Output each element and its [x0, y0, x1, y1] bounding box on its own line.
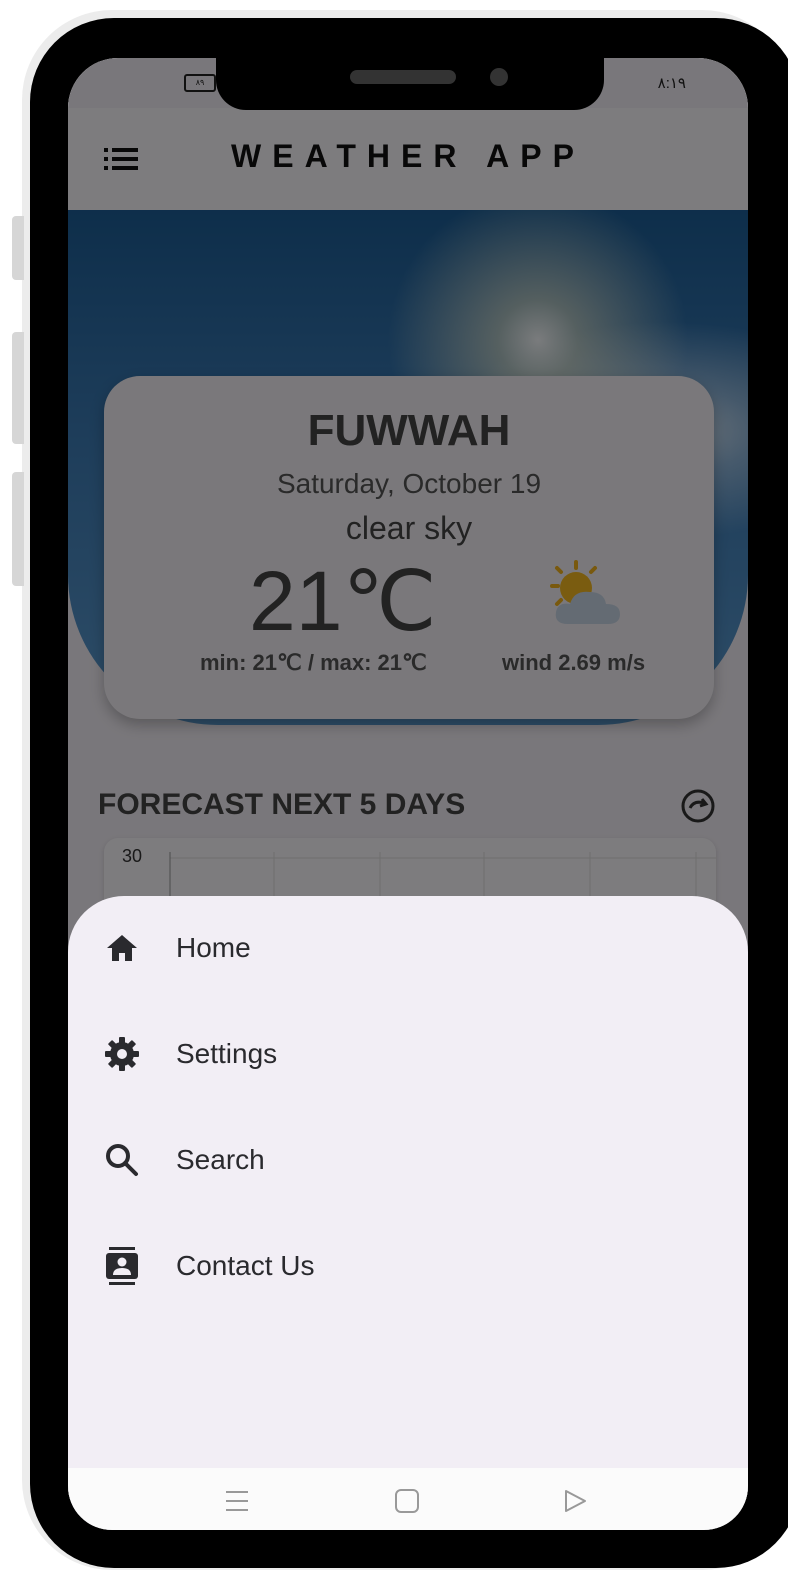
system-navigation-bar: [68, 1468, 748, 1530]
weather-app: ٨٩ ٨:١٩ WEATHER APP FUWWAH Saturday, Oct…: [68, 58, 748, 1530]
phone-side-button: [12, 332, 24, 444]
home-icon: [107, 935, 137, 961]
phone-screen: ٨٩ ٨:١٩ WEATHER APP FUWWAH Saturday, Oct…: [68, 58, 748, 1530]
drawer-item-contact-us[interactable]: Contact Us: [68, 1226, 748, 1306]
drawer-item-search[interactable]: Search: [68, 1120, 748, 1200]
home-square-icon[interactable]: [392, 1486, 422, 1516]
phone-side-button: [12, 472, 24, 586]
recents-icon[interactable]: [222, 1486, 252, 1516]
camera-notch: [216, 40, 604, 110]
back-triangle-icon[interactable]: [560, 1486, 590, 1516]
drawer-item-settings[interactable]: Settings: [68, 1014, 748, 1094]
drawer-item-label: Settings: [176, 1038, 278, 1069]
gear-icon: [105, 1037, 139, 1071]
drawer-item-label: Search: [176, 1144, 265, 1175]
front-camera: [490, 68, 508, 86]
phone-side-button: [12, 216, 24, 280]
drawer-item-label: Contact Us: [176, 1250, 315, 1281]
drawer-item-label: Home: [176, 932, 251, 963]
contact-card-icon: [106, 1247, 138, 1285]
search-icon: [106, 1144, 138, 1176]
navigation-drawer: Home Settings Search Contact Us: [68, 896, 748, 1468]
drawer-item-home[interactable]: Home: [68, 908, 748, 988]
speaker-grille: [350, 70, 456, 84]
